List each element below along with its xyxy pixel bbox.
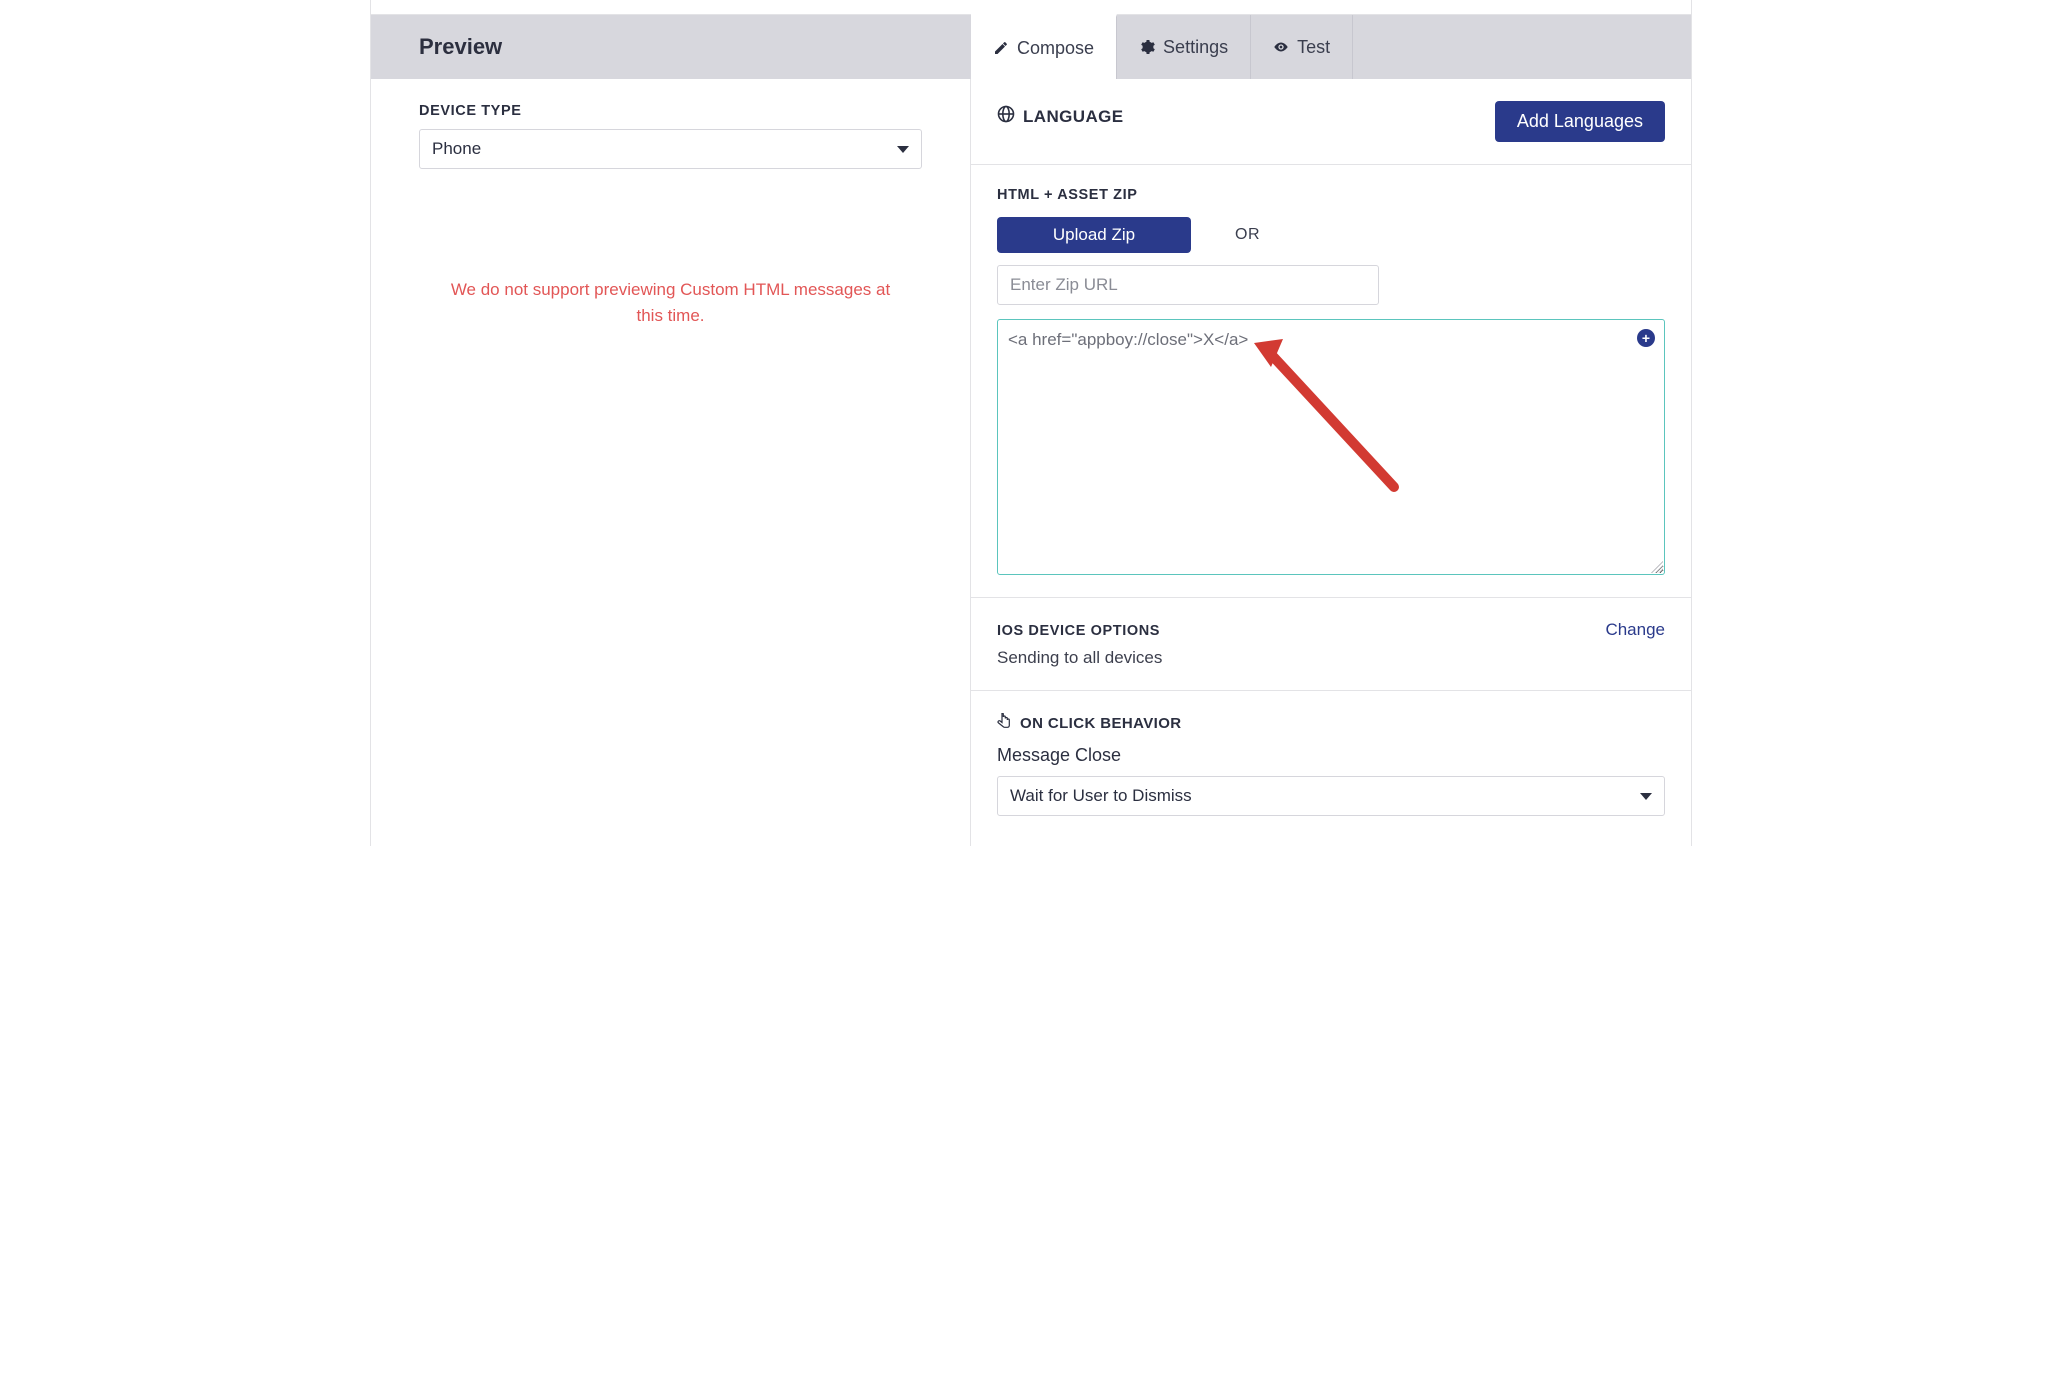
tab-compose[interactable]: Compose <box>971 14 1117 79</box>
ios-options-value: Sending to all devices <box>997 648 1665 668</box>
ios-change-link[interactable]: Change <box>1605 620 1665 640</box>
add-plus-icon[interactable]: + <box>1637 329 1655 347</box>
ios-options-section: IOS DEVICE OPTIONS Change Sending to all… <box>971 598 1691 691</box>
caret-down-icon <box>1640 793 1652 800</box>
html-zip-label: HTML + ASSET ZIP <box>997 187 1665 203</box>
language-section: LANGUAGE Add Languages <box>971 79 1691 165</box>
html-asset-section: HTML + ASSET ZIP Upload Zip OR <a href="… <box>971 165 1691 598</box>
tab-test-label: Test <box>1297 37 1330 58</box>
tab-settings[interactable]: Settings <box>1117 15 1251 79</box>
on-click-label-row: ON CLICK BEHAVIOR <box>997 713 1665 733</box>
device-type-label: DEVICE TYPE <box>419 103 922 119</box>
language-label-row: LANGUAGE <box>997 105 1123 128</box>
tab-test[interactable]: Test <box>1251 15 1353 79</box>
message-close-label: Message Close <box>997 745 1665 766</box>
tab-compose-label: Compose <box>1017 38 1094 59</box>
globe-icon <box>997 105 1015 128</box>
language-label: LANGUAGE <box>1023 107 1123 127</box>
pointer-icon <box>997 713 1012 733</box>
on-click-label: ON CLICK BEHAVIOR <box>1020 715 1182 732</box>
html-code-textarea[interactable]: <a href="appboy://close">X</a> <box>997 319 1665 575</box>
tabs: Compose Settings Test <box>971 15 1353 79</box>
zip-url-input[interactable] <box>997 265 1379 305</box>
pencil-icon <box>993 40 1009 56</box>
message-close-value: Wait for User to Dismiss <box>1010 786 1192 806</box>
or-text: OR <box>1235 226 1260 244</box>
preview-pane: DEVICE TYPE Phone We do not support prev… <box>371 79 971 846</box>
device-type-value: Phone <box>432 139 481 159</box>
compose-pane: LANGUAGE Add Languages HTML + ASSET ZIP … <box>971 79 1691 846</box>
tab-settings-label: Settings <box>1163 37 1228 58</box>
upload-zip-button[interactable]: Upload Zip <box>997 217 1191 253</box>
eye-icon <box>1273 39 1289 55</box>
caret-down-icon <box>897 146 909 153</box>
add-languages-button[interactable]: Add Languages <box>1495 101 1665 142</box>
top-spacer <box>371 0 1691 15</box>
gear-icon <box>1139 39 1155 55</box>
ios-options-label: IOS DEVICE OPTIONS <box>997 623 1160 639</box>
preview-warning: We do not support previewing Custom HTML… <box>419 277 922 330</box>
header-row: Preview Compose Settings Test <box>371 15 1691 79</box>
preview-title: Preview <box>371 15 971 79</box>
on-click-section: ON CLICK BEHAVIOR Message Close Wait for… <box>971 691 1691 846</box>
device-type-select[interactable]: Phone <box>419 129 922 169</box>
message-close-select[interactable]: Wait for User to Dismiss <box>997 776 1665 816</box>
